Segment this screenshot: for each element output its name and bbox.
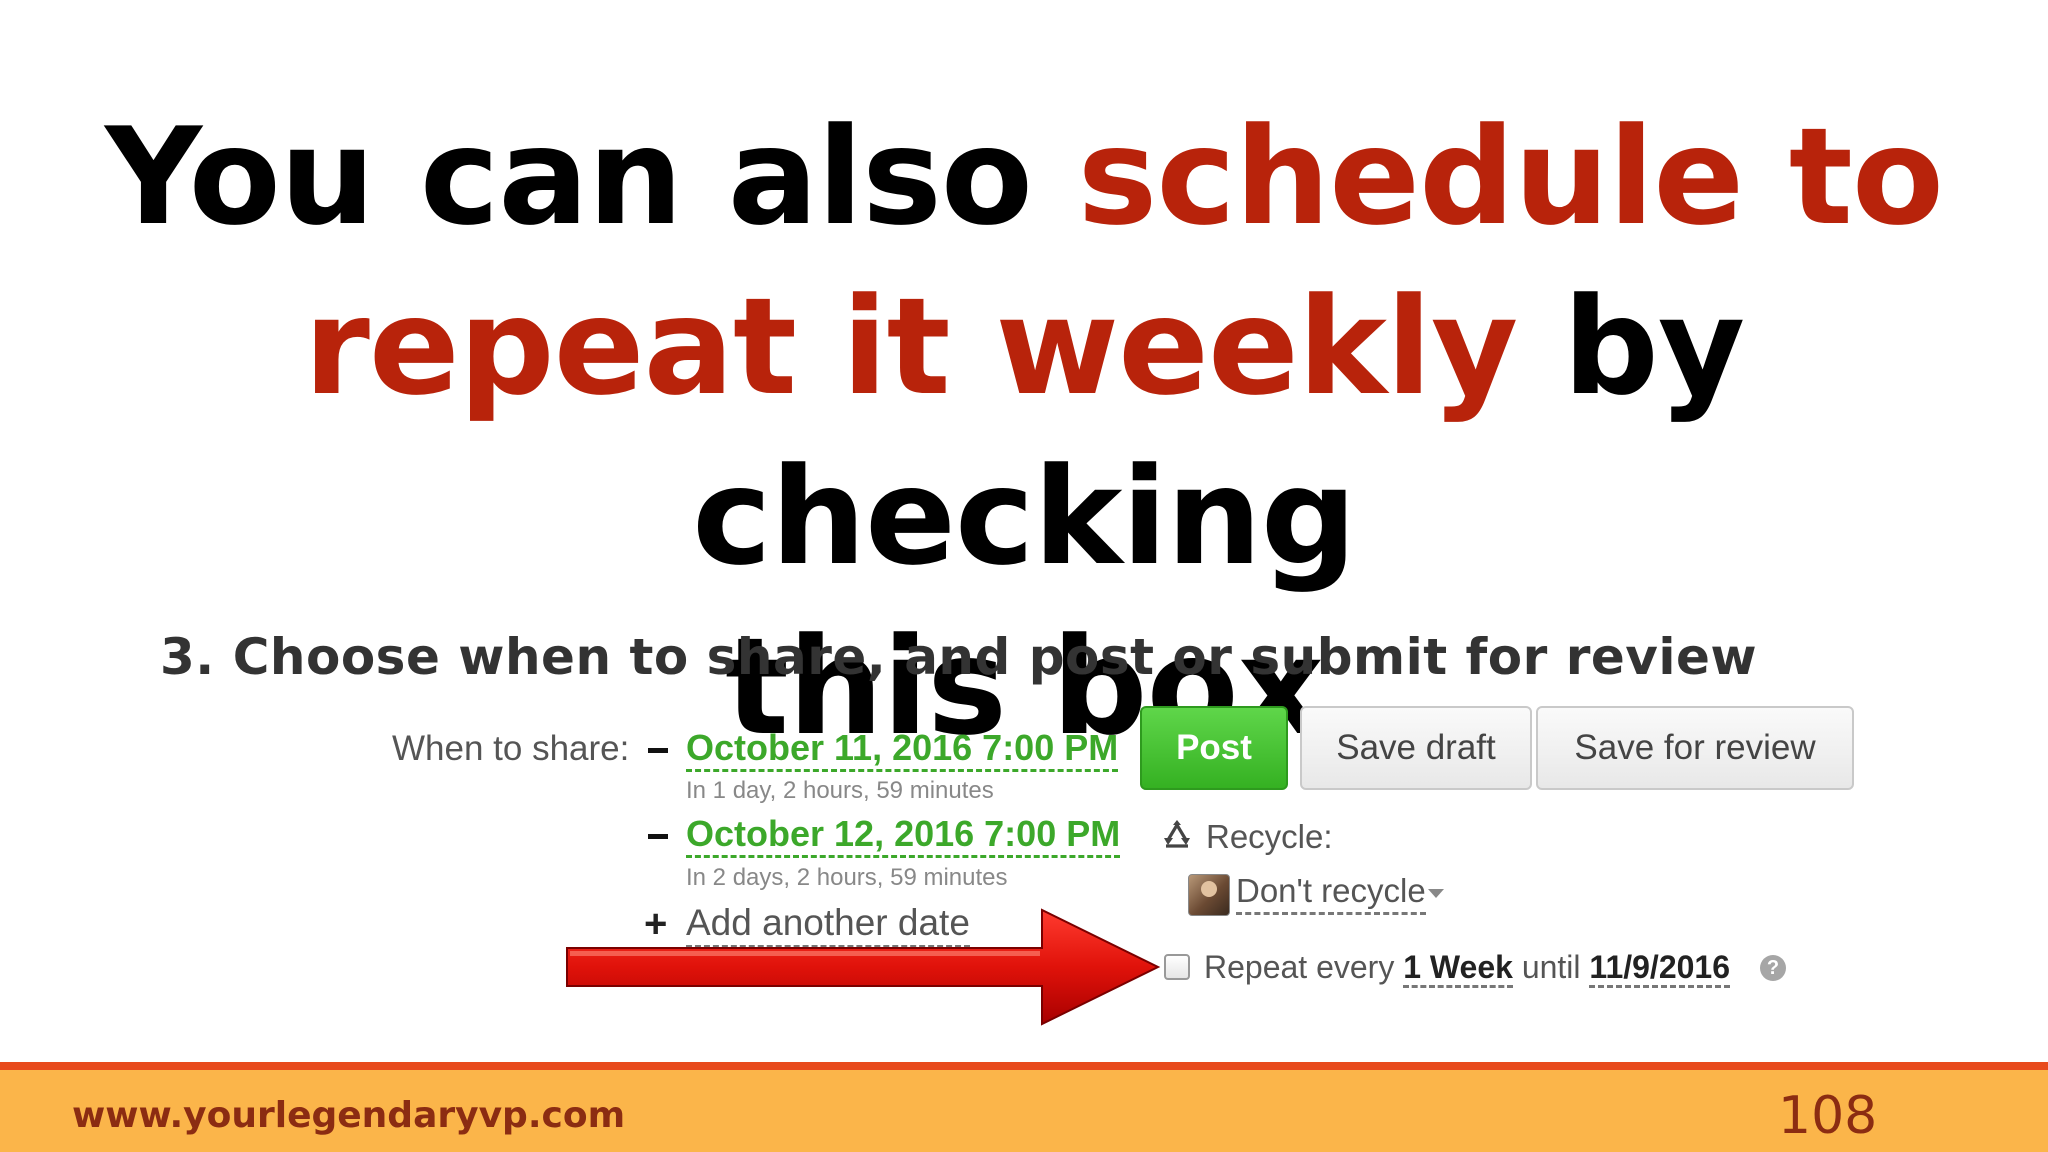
help-icon[interactable]: ? — [1760, 955, 1786, 981]
red-arrow-icon — [566, 908, 1161, 1026]
chevron-down-icon[interactable] — [1428, 889, 1444, 898]
headline-text: You can also — [105, 99, 1078, 255]
date-link-2[interactable]: October 12, 2016 7:00 PM — [686, 813, 1121, 858]
headline-line-1: You can also schedule to — [0, 92, 2048, 262]
date-link-1[interactable]: October 11, 2016 7:00 PM — [686, 727, 1119, 772]
recycle-dropdown[interactable]: Don't recycle — [1236, 870, 1426, 915]
save-for-review-button[interactable]: Save for review — [1536, 706, 1854, 790]
remove-date-1-minus-icon[interactable] — [648, 748, 668, 753]
headline-highlight: schedule to — [1077, 99, 1944, 255]
recycle-icon — [1164, 820, 1190, 848]
remove-date-2-minus-icon[interactable] — [648, 834, 668, 839]
repeat-until-date-link[interactable]: 11/9/2016 — [1589, 949, 1730, 988]
when-to-share-label: When to share: — [392, 729, 630, 768]
headline-highlight: repeat it weekly — [303, 269, 1518, 425]
repeat-until-label: until — [1521, 949, 1581, 985]
date-relative-2: In 2 days, 2 hours, 59 minutes — [686, 864, 1008, 891]
repeat-interval-link[interactable]: 1 Week — [1403, 949, 1513, 988]
headline-line-2: repeat it weekly by checking — [0, 262, 2048, 602]
save-draft-button[interactable]: Save draft — [1300, 706, 1532, 790]
page-number: 108 — [1778, 1086, 1878, 1146]
repeat-row: Repeat every 1 Week until 11/9/2016 — [1204, 946, 1730, 988]
avatar — [1188, 874, 1230, 916]
footer-url: www.yourlegendaryvp.com — [72, 1095, 626, 1136]
section-title: 3. Choose when to share, and post or sub… — [160, 628, 1758, 686]
date-relative-1: In 1 day, 2 hours, 59 minutes — [686, 777, 994, 804]
post-button[interactable]: Post — [1140, 706, 1288, 790]
repeat-checkbox[interactable] — [1164, 954, 1190, 980]
repeat-prefix: Repeat every — [1204, 949, 1395, 985]
footer-accent-line — [0, 1062, 2048, 1070]
recycle-label: Recycle: — [1206, 818, 1333, 855]
